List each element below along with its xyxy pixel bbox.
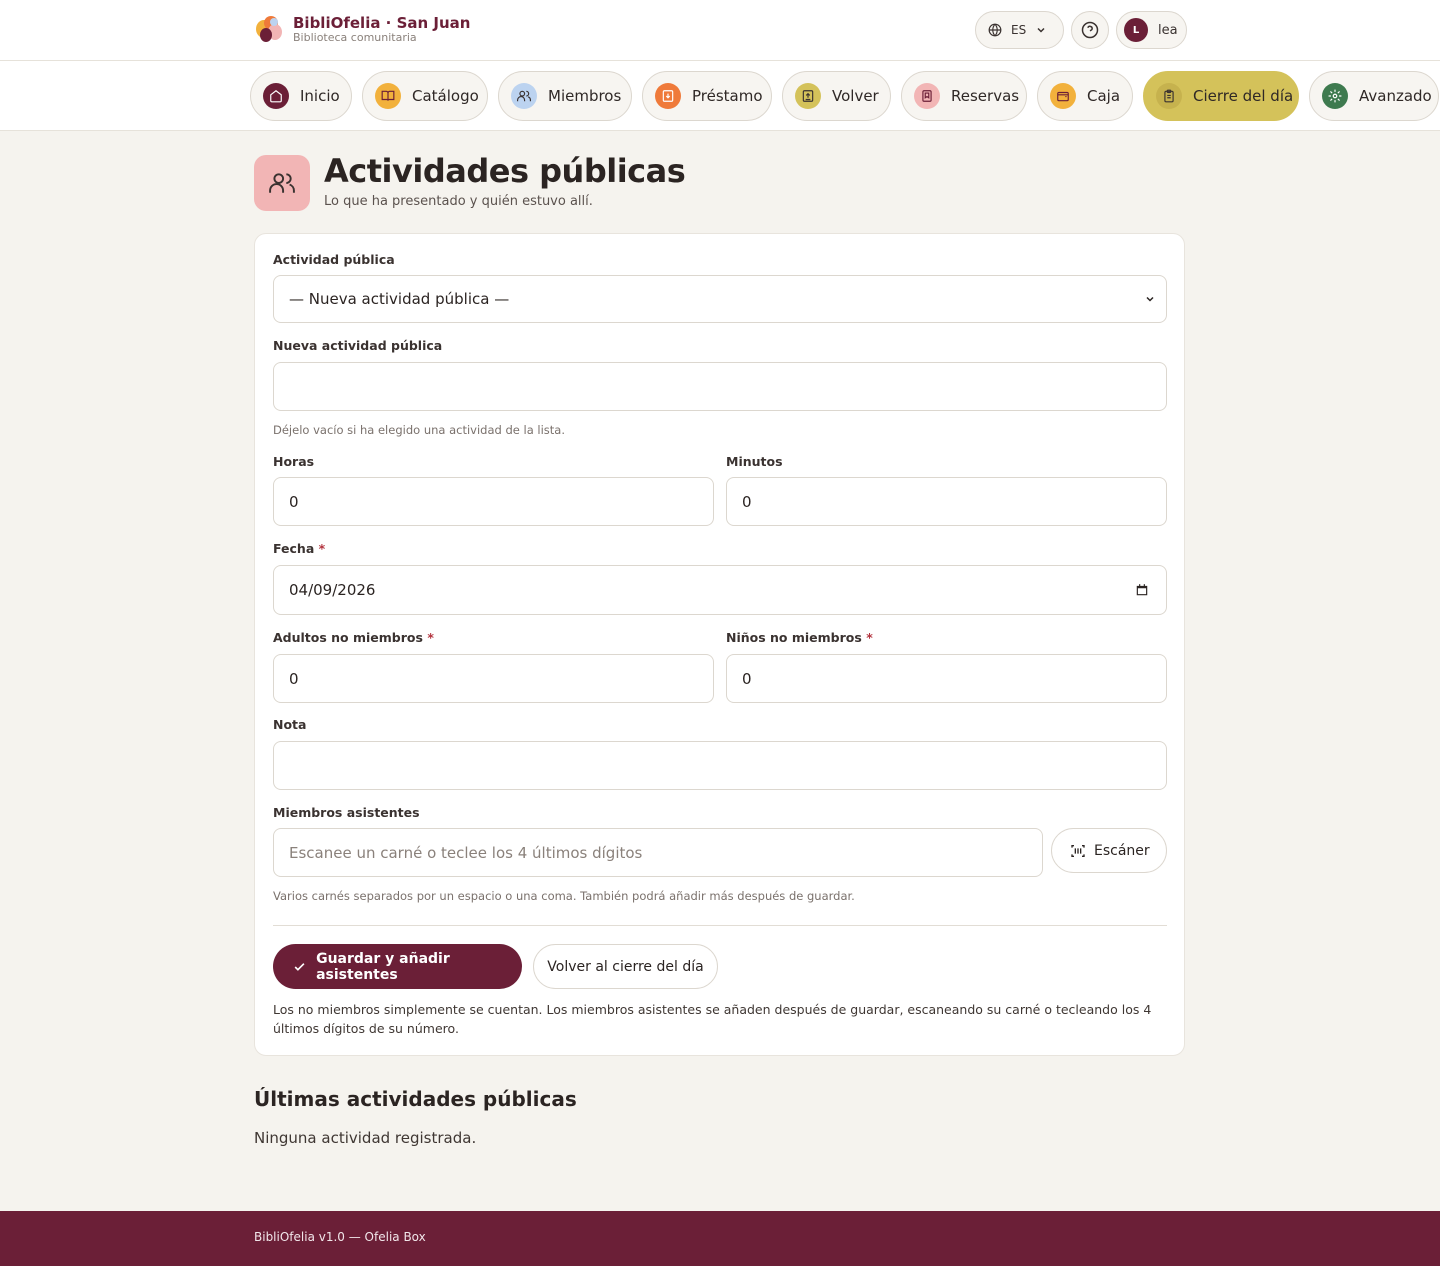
nav-label: Reservas — [951, 87, 1020, 105]
save-label: Guardar y añadir asistentes — [316, 950, 450, 983]
check-icon — [294, 962, 305, 971]
page-title: Actividades públicas — [324, 152, 686, 190]
nav-label: Miembros — [548, 87, 622, 105]
members-hint: Varios carnés separados por un espacio o… — [273, 889, 855, 903]
logo-icon — [254, 14, 284, 44]
loan-icon — [655, 83, 681, 109]
scanner-label: Escáner — [1094, 842, 1150, 859]
members-label: Miembros asistentes — [273, 805, 420, 820]
children-input[interactable]: 0 — [726, 654, 1167, 703]
chevron-down-icon — [1146, 296, 1154, 302]
nav-item-prestamo[interactable]: Préstamo — [642, 71, 772, 121]
hours-label: Horas — [273, 454, 315, 469]
recent-activities-empty: Ninguna actividad registrada. — [254, 1129, 477, 1147]
globe-icon — [988, 23, 1002, 37]
page-subtitle: Lo que ha presentado y quién estuvo allí… — [324, 194, 593, 209]
book-icon — [375, 83, 401, 109]
main-nav: Inicio Catálogo Miembros Préstamo Volver… — [0, 61, 1440, 131]
clipboard-icon — [1156, 83, 1182, 109]
nav-label: Inicio — [300, 87, 340, 105]
users-icon — [511, 83, 537, 109]
gear-icon — [1322, 83, 1348, 109]
note-label: Nota — [273, 717, 307, 732]
minutes-label: Minutos — [726, 454, 783, 469]
date-value: 04/09/2026 — [289, 581, 376, 599]
activity-label: Actividad pública — [273, 252, 395, 267]
user-name: lea — [1158, 22, 1178, 38]
brand-name: BibliOfelia · San Juan — [293, 14, 471, 32]
members-input[interactable]: Escanee un carné o teclee los 4 últimos … — [273, 828, 1043, 877]
new-activity-input[interactable] — [273, 362, 1167, 411]
nav-item-volver[interactable]: Volver — [782, 71, 891, 121]
new-activity-label: Nueva actividad pública — [273, 338, 443, 353]
activity-selected-value: — Nueva actividad pública — — [289, 290, 510, 308]
scanner-button[interactable]: Escáner — [1051, 828, 1167, 873]
nav-item-caja[interactable]: Caja — [1037, 71, 1133, 121]
children-label: Niños no miembros * — [726, 630, 873, 645]
date-input[interactable]: 04/09/2026 — [273, 565, 1167, 615]
activity-form-card: Actividad pública — Nueva actividad públ… — [254, 233, 1185, 1056]
recent-activities-title: Últimas actividades públicas — [254, 1087, 577, 1111]
top-bar: BibliOfelia · San Juan Biblioteca comuni… — [0, 0, 1440, 61]
activity-select[interactable]: — Nueva actividad pública — — [273, 275, 1167, 323]
language-selector[interactable]: ES — [975, 11, 1064, 49]
nav-item-catalogo[interactable]: Catálogo — [362, 71, 488, 121]
date-label: Fecha * — [273, 541, 326, 556]
adults-input[interactable]: 0 — [273, 654, 714, 703]
bookmark-icon — [914, 83, 940, 109]
page-header: Actividades públicas Lo que ha presentad… — [254, 152, 686, 211]
nav-label: Avanzado — [1359, 87, 1432, 105]
nav-item-miembros[interactable]: Miembros — [498, 71, 632, 121]
back-button[interactable]: Volver al cierre del día — [533, 944, 718, 989]
home-icon — [263, 83, 289, 109]
language-code: ES — [1011, 23, 1027, 37]
new-activity-hint: Déjelo vacío si ha elegido una actividad… — [273, 423, 565, 437]
nav-label: Catálogo — [412, 87, 479, 105]
brand[interactable]: BibliOfelia · San Juan Biblioteca comuni… — [254, 14, 470, 44]
avatar: L — [1124, 18, 1148, 42]
nav-label: Préstamo — [692, 87, 763, 105]
note-input[interactable] — [273, 741, 1167, 790]
nav-label: Caja — [1087, 87, 1121, 105]
divider — [273, 925, 1167, 926]
help-icon — [1081, 21, 1099, 39]
help-button[interactable] — [1071, 11, 1109, 49]
nav-item-reservas[interactable]: Reservas — [901, 71, 1027, 121]
wallet-icon — [1050, 83, 1076, 109]
nav-item-avanzado[interactable]: Avanzado — [1309, 71, 1439, 121]
barcode-scan-icon — [1071, 844, 1085, 857]
nav-label: Volver — [832, 87, 879, 105]
minutes-input[interactable]: 0 — [726, 477, 1167, 526]
user-menu[interactable]: L lea — [1116, 11, 1187, 49]
return-icon — [795, 83, 821, 109]
calendar-icon[interactable] — [1135, 583, 1149, 597]
chevron-down-icon — [1037, 27, 1045, 33]
brand-subtitle: Biblioteca comunitaria — [293, 31, 417, 44]
footer: BibliOfelia v1.0 — Ofelia Box — [0, 1211, 1440, 1266]
nav-label: Cierre del día — [1193, 87, 1294, 105]
save-button[interactable]: Guardar y añadir asistentes — [273, 944, 522, 989]
nav-item-inicio[interactable]: Inicio — [250, 71, 352, 121]
footer-text: BibliOfelia v1.0 — Ofelia Box — [254, 1230, 426, 1244]
adults-label: Adultos no miembros * — [273, 630, 434, 645]
hours-input[interactable]: 0 — [273, 477, 714, 526]
form-footer-note: Los no miembros simplemente se cuentan. … — [273, 1002, 1152, 1036]
users-icon — [254, 155, 310, 211]
nav-item-cierre-del-dia[interactable]: Cierre del día — [1143, 71, 1299, 121]
